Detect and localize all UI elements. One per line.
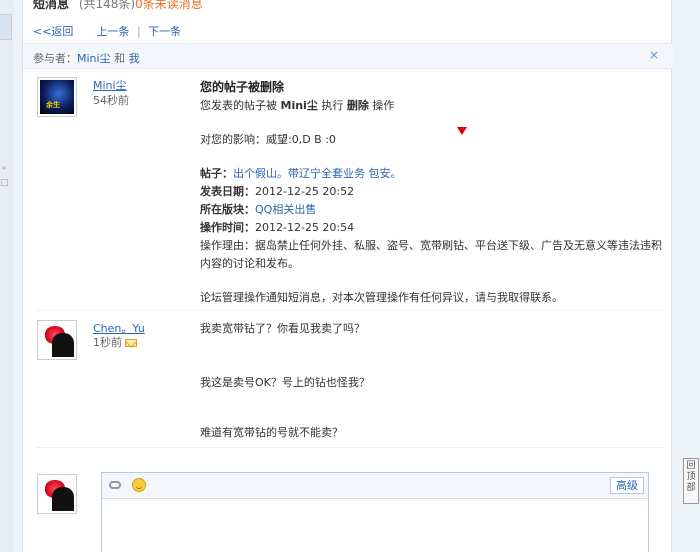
message-count: (共148条) bbox=[78, 0, 136, 11]
avatar-tag: 余生 bbox=[46, 101, 60, 109]
subtitle-action: 删除 bbox=[346, 99, 369, 112]
editor-toolbar: 高级 bbox=[102, 473, 648, 499]
page-title-text: 短消息 bbox=[33, 0, 70, 11]
message-line: 我卖宽带钻了？你看见我卖了吗？ bbox=[200, 322, 365, 335]
reason-line: 操作理由：据岛禁止任何外挂、私服、盗号、宽带刷钻、平台送下级、广告及无意义等违法… bbox=[200, 239, 662, 270]
reply-textarea[interactable] bbox=[102, 499, 648, 552]
back-link[interactable]: <<返回 bbox=[33, 25, 73, 38]
message-divider bbox=[37, 310, 663, 311]
message-divider bbox=[37, 447, 663, 448]
message-subtitle: 您发表的帖子被 Mini尘 执行 删除 操作 bbox=[200, 99, 395, 112]
left-collapse-tab[interactable] bbox=[0, 14, 12, 40]
emoji-icon[interactable] bbox=[132, 478, 146, 492]
participant-me[interactable]: 我 bbox=[129, 52, 140, 65]
page-title: 短消息 (共148条)0条未读消息 bbox=[33, 0, 203, 12]
red-marker-icon bbox=[457, 127, 467, 135]
participants-label: 参与者： bbox=[33, 52, 77, 65]
subtitle-user: Mini尘 bbox=[280, 99, 318, 112]
notice-footer: 论坛管理操作通知短消息，对本次管理操作有任何异议，请与我取得联系。 bbox=[200, 291, 563, 304]
prev-link[interactable]: 上一条 bbox=[96, 25, 129, 38]
my-avatar[interactable] bbox=[37, 474, 77, 514]
participant-mini[interactable]: Mini尘 bbox=[77, 52, 111, 65]
unread-count: 0条未读消息 bbox=[135, 0, 203, 11]
left-edge-glyph: ⚬ bbox=[0, 164, 8, 174]
avatar[interactable]: 余生 bbox=[37, 77, 77, 117]
back-to-top-label: 回顶部 bbox=[686, 461, 696, 493]
message-line: 我这是卖号OK？号上的钻也怪我？ bbox=[200, 376, 370, 389]
next-link[interactable]: 下一条 bbox=[148, 25, 181, 38]
message-body: 您的帖子被删除 您发表的帖子被 Mini尘 执行 删除 操作 对您的影响：威望:… bbox=[200, 78, 664, 307]
post-line: 帖子：出个假山。带辽宁全套业务 包安。 bbox=[200, 167, 402, 180]
optime-line: 操作时间：2012-12-25 20:54 bbox=[200, 221, 355, 234]
participants-and: 和 bbox=[114, 52, 126, 65]
close-icon[interactable]: × bbox=[649, 48, 659, 62]
mail-icon[interactable] bbox=[125, 339, 137, 347]
board-line: 所在版块：QQ相关出售 bbox=[200, 203, 317, 216]
sender-time: 54秒前 bbox=[93, 94, 129, 107]
message-title: 您的帖子被删除 bbox=[200, 80, 285, 94]
left-gutter: ⚬ □ bbox=[0, 0, 14, 552]
left-edge-checkbox[interactable]: □ bbox=[0, 178, 9, 188]
message-panel: 短消息 (共148条)0条未读消息 <<返回 上一条 | 下一条 参与者：Min… bbox=[22, 0, 673, 552]
post-link[interactable]: 出个假山。带辽宁全套业务 包安。 bbox=[233, 167, 402, 180]
message-nav: <<返回 上一条 | 下一条 bbox=[33, 23, 181, 39]
back-to-top-button[interactable]: 回顶部 bbox=[683, 458, 699, 504]
message-body: 我卖宽带钻了？你看见我卖了吗？ 我这是卖号OK？号上的钻也怪我？ 难道有宽带钻的… bbox=[200, 320, 664, 442]
participants-bar: 参与者：Mini尘 和 我 × bbox=[23, 43, 673, 69]
sender-name[interactable]: Mini尘 bbox=[93, 77, 127, 93]
impact-line: 对您的影响：威望:0,D B :0 bbox=[200, 133, 336, 146]
date-line: 发表日期：2012-12-25 20:52 bbox=[200, 185, 355, 198]
message-line: 难道有宽带钻的号就不能卖？ bbox=[200, 426, 343, 439]
avatar[interactable] bbox=[37, 320, 77, 360]
advanced-button[interactable]: 高级 bbox=[610, 477, 644, 494]
link-icon[interactable] bbox=[109, 481, 121, 489]
board-link[interactable]: QQ相关出售 bbox=[255, 203, 316, 216]
sender-time: 1秒前 bbox=[93, 334, 137, 350]
reply-editor: 高级 bbox=[101, 472, 649, 552]
nav-separator: | bbox=[136, 25, 141, 38]
